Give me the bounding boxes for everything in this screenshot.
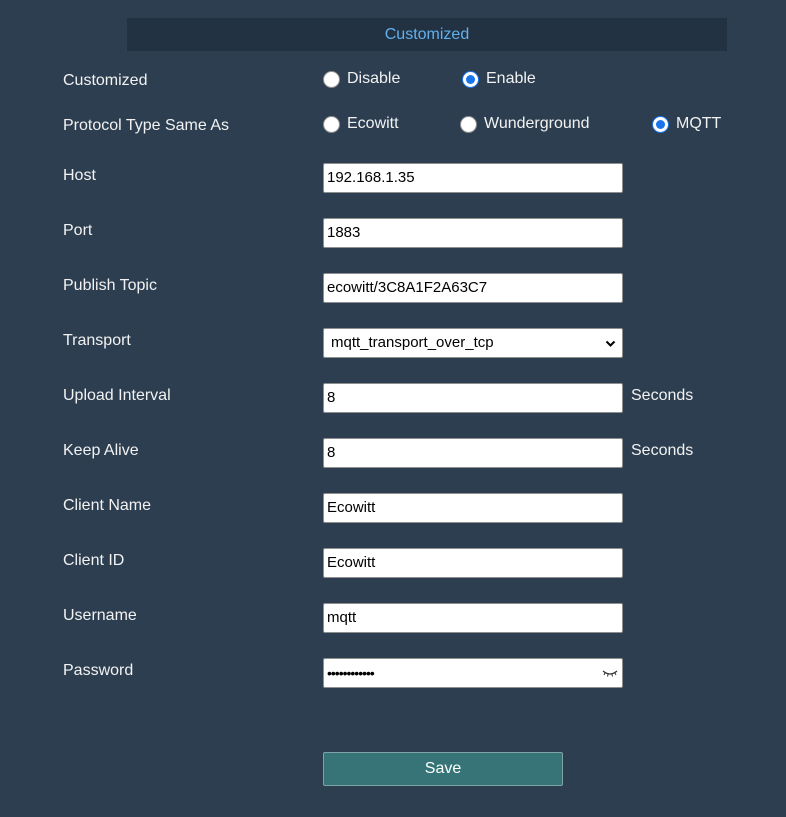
- keep-alive-input[interactable]: 8: [323, 438, 623, 468]
- password-label: Password: [63, 662, 134, 679]
- upload-interval-unit: Seconds: [631, 387, 694, 404]
- client-id-input[interactable]: Ecowitt: [323, 548, 623, 578]
- chevron-down-icon: [605, 340, 616, 347]
- username-label: Username: [63, 607, 137, 624]
- client-name-label: Client Name: [63, 497, 152, 514]
- radio-unchecked-icon[interactable]: [460, 115, 477, 133]
- protocol-mqtt-radio[interactable]: MQTT: [652, 115, 721, 133]
- transport-selected-value: mqtt_transport_over_tcp: [331, 334, 494, 351]
- customized-disable-label: Disable: [347, 70, 401, 87]
- hidden-eye-icon[interactable]: [601, 667, 619, 679]
- upload-interval-input[interactable]: 8: [323, 383, 623, 413]
- password-input[interactable]: ••••••••••••: [323, 658, 623, 688]
- publish-topic-input[interactable]: ecowitt/3C8A1F2A63C7: [323, 273, 623, 303]
- protocol-ecowitt-radio[interactable]: Ecowitt: [323, 115, 399, 133]
- section-title: Customized: [384, 26, 470, 43]
- protocol-wunderground-radio[interactable]: Wunderground: [460, 115, 590, 133]
- keep-alive-label: Keep Alive: [63, 442, 139, 459]
- host-input[interactable]: 192.168.1.35: [323, 163, 623, 193]
- protocol-mqtt-label: MQTT: [676, 115, 722, 132]
- client-name-input[interactable]: Ecowitt: [323, 493, 623, 523]
- username-input[interactable]: mqtt: [323, 603, 623, 633]
- customized-label: Customized: [63, 72, 148, 89]
- customized-disable-radio[interactable]: Disable: [323, 70, 400, 88]
- radio-checked-icon[interactable]: [462, 70, 479, 88]
- keep-alive-unit: Seconds: [631, 442, 694, 459]
- protocol-type-label: Protocol Type Same As: [63, 117, 230, 134]
- protocol-ecowitt-label: Ecowitt: [347, 115, 399, 132]
- password-masked-value: ••••••••••••: [327, 665, 375, 681]
- port-label: Port: [63, 222, 93, 239]
- upload-interval-label: Upload Interval: [63, 387, 171, 404]
- radio-checked-icon[interactable]: [652, 115, 669, 133]
- transport-select[interactable]: mqtt_transport_over_tcp: [323, 328, 623, 358]
- port-input[interactable]: 1883: [323, 218, 623, 248]
- host-label: Host: [63, 167, 96, 184]
- save-button[interactable]: Save: [323, 752, 563, 786]
- customized-enable-label: Enable: [486, 70, 536, 87]
- protocol-wunderground-label: Wunderground: [484, 115, 590, 132]
- client-id-label: Client ID: [63, 552, 125, 569]
- transport-label: Transport: [63, 332, 131, 349]
- customized-enable-radio[interactable]: Enable: [462, 70, 536, 88]
- section-header: Customized: [127, 18, 727, 51]
- publish-topic-label: Publish Topic: [63, 277, 157, 294]
- radio-unchecked-icon[interactable]: [323, 115, 340, 133]
- radio-unchecked-icon[interactable]: [323, 70, 340, 88]
